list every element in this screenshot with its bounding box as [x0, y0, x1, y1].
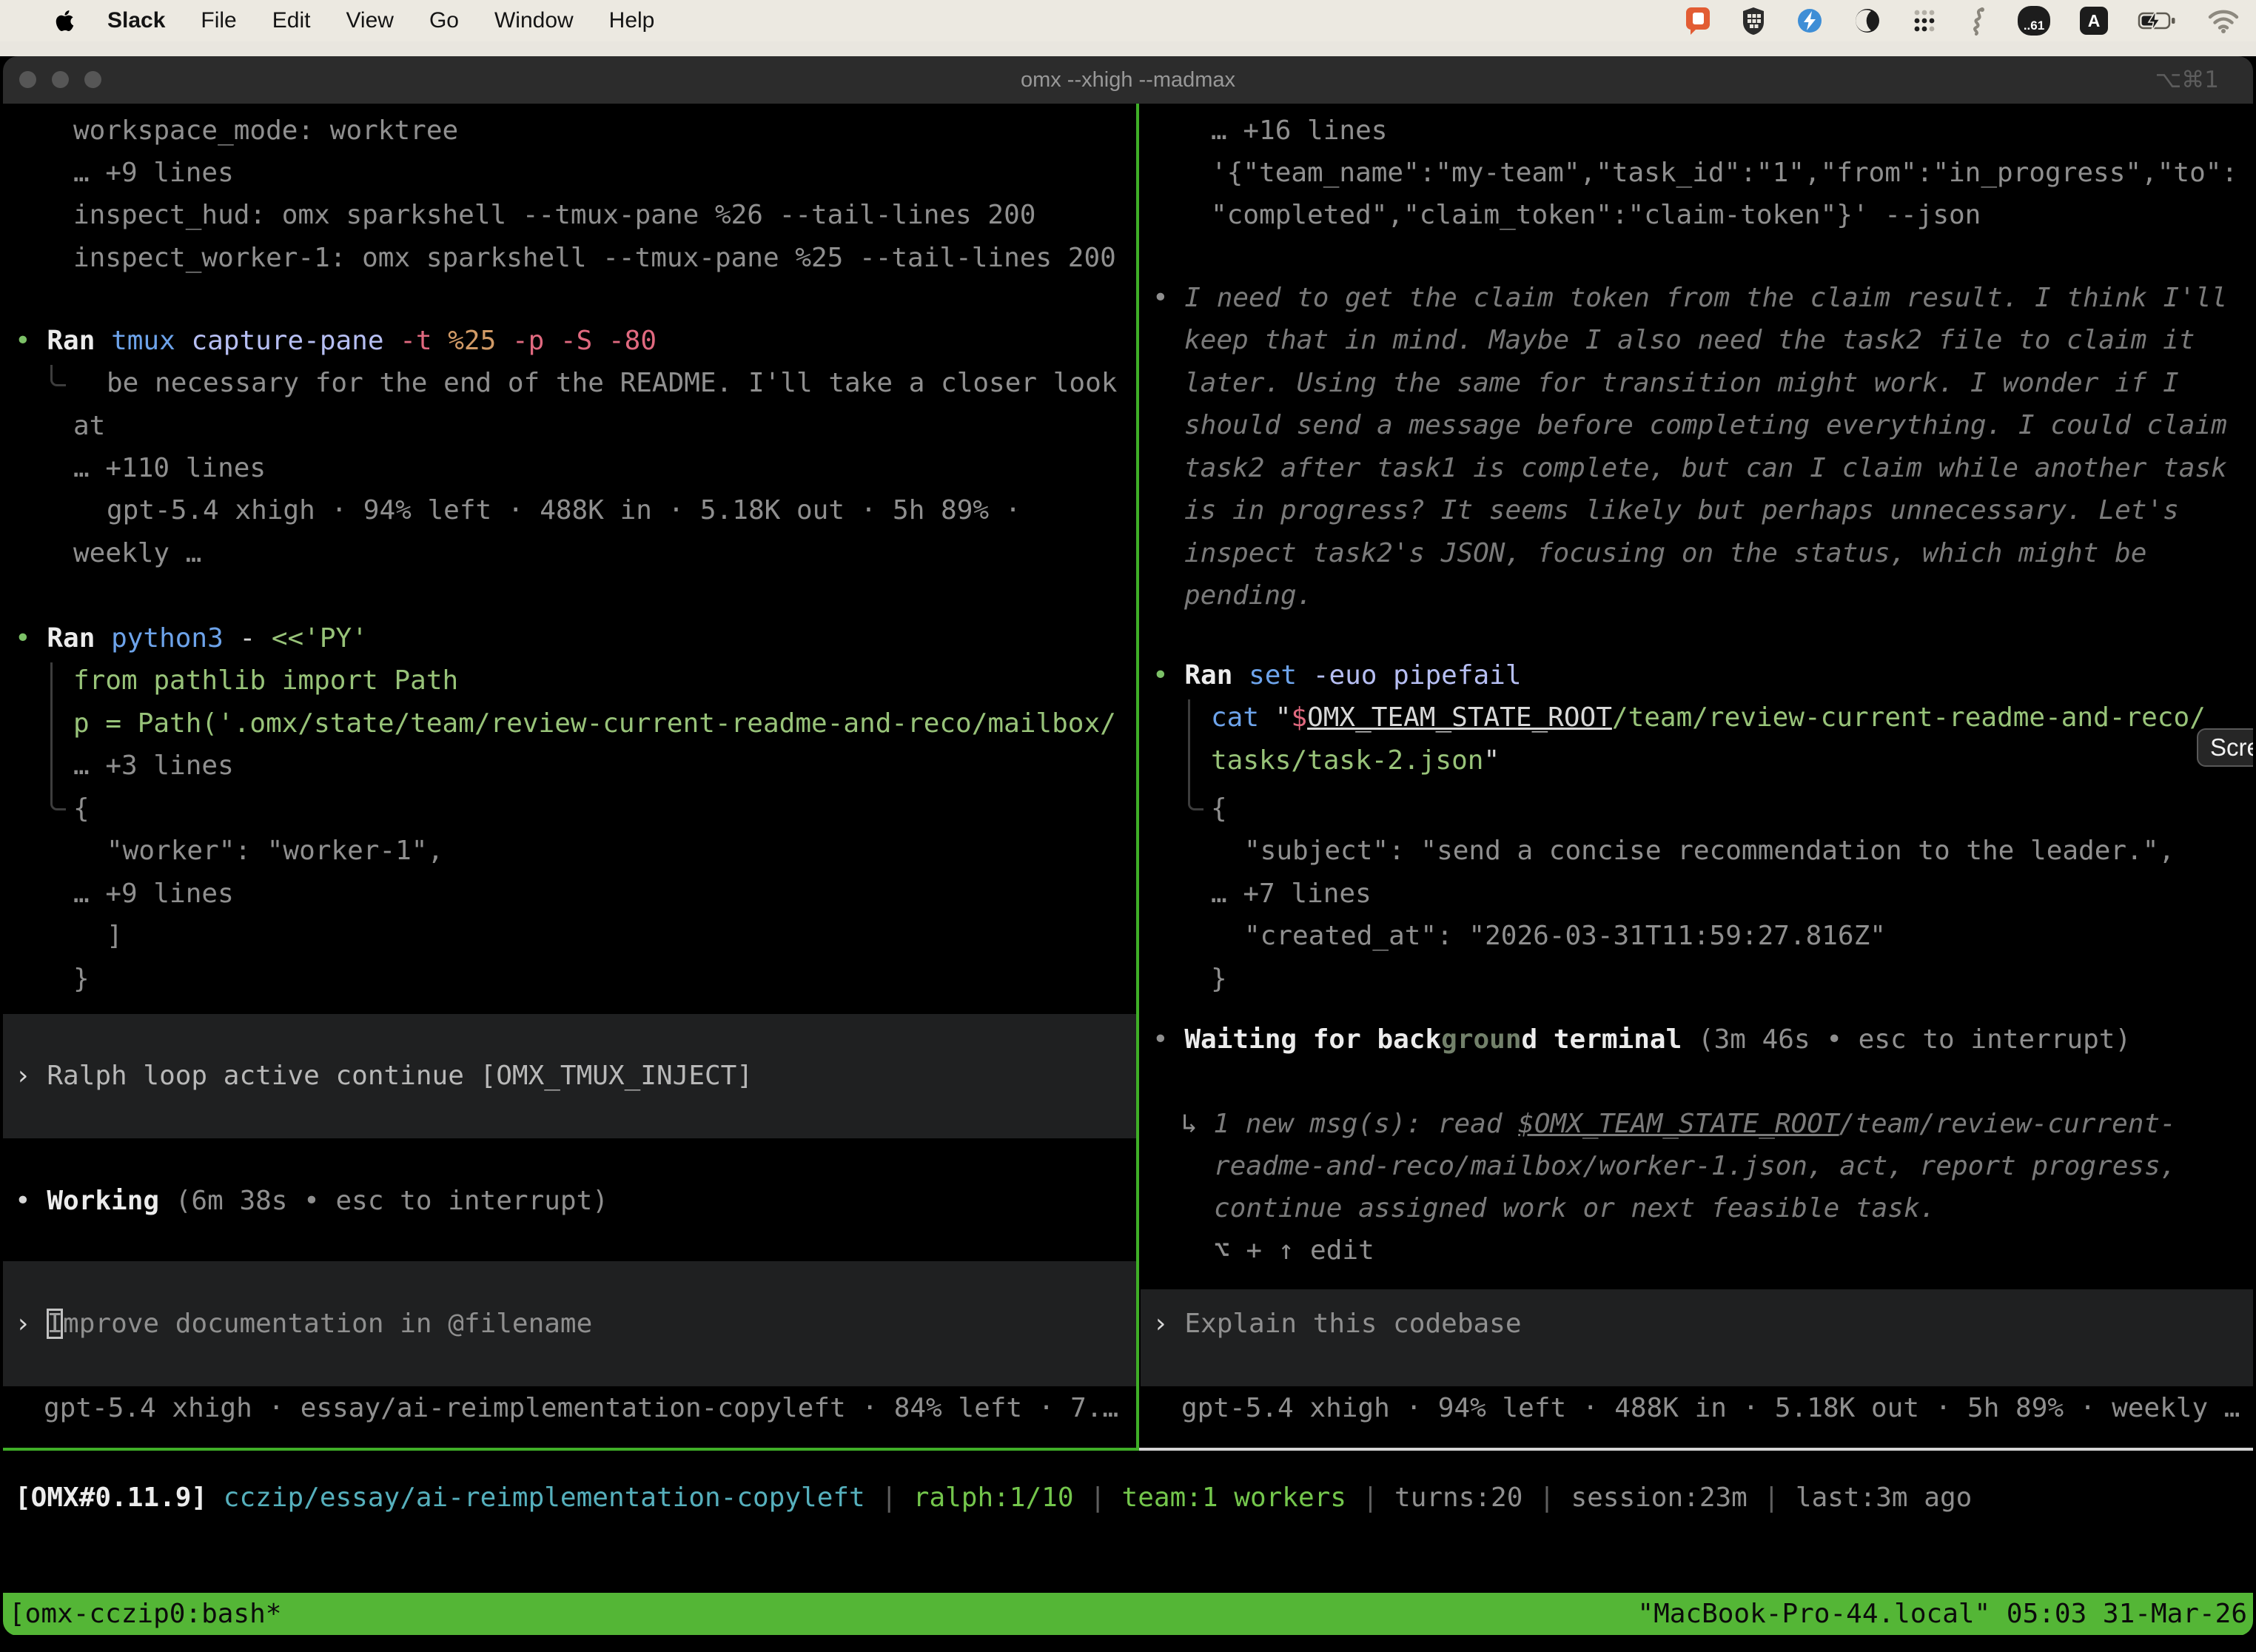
terminal-line: inspect task2's JSON, focusing on the st…: [1184, 532, 2146, 574]
pane-bottom-border-right: [1139, 1448, 2253, 1451]
tmux-host-clock-label: "MacBook-Pro-44.local" 05:03 31-Mar-26: [1637, 1599, 2247, 1629]
terminal-line: ↳ 1 new msg(s): read $OMX_TEAM_STATE_ROO…: [1181, 1103, 2176, 1145]
connector-line: [1188, 699, 1203, 810]
terminal-line: is in progress? It seems likely but perh…: [1184, 489, 2179, 531]
menu-item-help[interactable]: Help: [609, 8, 655, 33]
terminal-line: … +3 lines: [73, 745, 234, 787]
terminal-window: omx --xhigh --madmax ⌥⌘1 workspace_mode:…: [3, 56, 2253, 1636]
prompt-placeholder-line: › Improve documentation in @filename: [15, 1303, 592, 1345]
terminal-line: … +16 lines: [1211, 110, 1387, 152]
terminal-line: • I need to get the claim token from the…: [1152, 277, 2227, 319]
pane-bottom-border-left: [3, 1448, 1139, 1451]
menu-bar: Slack File Edit View Go Window Help ..61…: [0, 0, 2256, 41]
terminal-line: at: [73, 405, 105, 447]
terminal-pane-left[interactable]: workspace_mode: worktree… +9 linesinspec…: [3, 104, 1136, 1448]
ralph-notice-line: › Ralph loop active continue [OMX_TMUX_I…: [15, 1055, 753, 1097]
terminal-line: cat "$OMX_TEAM_STATE_ROOT/team/review-cu…: [1211, 696, 2206, 739]
menu-item-edit[interactable]: Edit: [272, 8, 311, 33]
connector-line: [50, 365, 66, 386]
terminal-line: }: [73, 958, 90, 1000]
working-status-line: • Working (6m 38s • esc to interrupt): [15, 1180, 608, 1222]
terminal-line: later. Using the same for transition mig…: [1184, 362, 2179, 404]
terminal-line: "subject": "send a concise recommendatio…: [1244, 830, 2175, 872]
pane-divider[interactable]: [1136, 104, 1139, 1451]
terminal-line: • Ran python3 - <<'PY': [15, 617, 368, 659]
tmux-status-bar: [omx-cczip0:bash* "MacBook-Pro-44.local"…: [3, 1593, 2253, 1635]
terminal-line: … +9 lines: [73, 873, 234, 915]
menu-item-window[interactable]: Window: [494, 8, 574, 33]
waiting-status-line: • Waiting for background terminal (3m 46…: [1152, 1018, 2131, 1061]
window-title-bar[interactable]: omx --xhigh --madmax ⌥⌘1: [3, 56, 2253, 104]
terminal-line: tasks/task-2.json": [1211, 739, 1500, 782]
terminal-line: pending.: [1184, 574, 1312, 617]
terminal-line: continue assigned work or next feasible …: [1214, 1187, 1936, 1229]
window-title: omx --xhigh --madmax: [3, 56, 2253, 104]
terminal-line: {: [73, 788, 90, 830]
model-status-line: gpt-5.4 xhigh · 94% left · 488K in · 5.1…: [1181, 1387, 2240, 1429]
shield-grid-icon[interactable]: [1741, 6, 1766, 36]
terminal-line: task2 after task1 is complete, but can I…: [1184, 447, 2227, 489]
edit-hint-line: ⌥ + ↑ edit: [1214, 1229, 1374, 1272]
connector-line: [50, 662, 66, 810]
terminal-line: • Ran set -euo pipefail: [1152, 654, 1522, 696]
terminal-line: "worker": "worker-1",: [107, 830, 443, 872]
wifi-icon[interactable]: [2207, 7, 2240, 34]
menu-item-slack[interactable]: Slack: [107, 8, 165, 33]
terminal-line: … +9 lines: [73, 152, 234, 194]
chat-app-icon[interactable]: [1685, 6, 1711, 36]
terminal-line: ]: [107, 915, 123, 957]
menu-item-go[interactable]: Go: [429, 8, 459, 33]
terminal-line: {: [1211, 788, 1227, 830]
terminal-line: … +110 lines: [73, 447, 266, 489]
window-shortcut-hint: ⌥⌘1: [2155, 56, 2219, 104]
terminal-line: gpt-5.4 xhigh · 94% left · 488K in · 5.1…: [107, 489, 1021, 531]
input-source-a-icon[interactable]: A: [2080, 7, 2108, 35]
terminal-line: keep that in mind. Maybe I also need the…: [1184, 319, 2195, 361]
screen-tooltip: Scre: [2197, 728, 2253, 767]
terminal-line: "created_at": "2026-03-31T11:59:27.816Z": [1244, 915, 1886, 957]
terminal-line: readme-and-reco/mailbox/worker-1.json, a…: [1214, 1145, 2176, 1187]
terminal-line: inspect_hud: omx sparkshell --tmux-pane …: [73, 194, 1035, 236]
prompt-placeholder-line: › Explain this codebase: [1152, 1303, 1522, 1345]
battery-charging-icon[interactable]: [2138, 6, 2178, 36]
omx-status-bar: [OMX#0.11.9] cczip/essay/ai-reimplementa…: [3, 1477, 2253, 1520]
terminal-line: }: [1211, 958, 1227, 1000]
terminal-line: … +7 lines: [1211, 873, 1372, 915]
terminal-line: '{"team_name":"my-team","task_id":"1","f…: [1211, 152, 2237, 194]
terminal-line: "completed","claim_token":"claim-token"}…: [1211, 194, 1981, 236]
terminal-line: weekly …: [73, 532, 201, 574]
omx-status-line: [OMX#0.11.9] cczip/essay/ai-reimplementa…: [15, 1477, 1972, 1519]
terminal-line: from pathlib import Path: [73, 659, 458, 702]
menu-item-file[interactable]: File: [201, 8, 236, 33]
terminal-line: workspace_mode: worktree: [73, 110, 458, 152]
dots-grid-icon[interactable]: [1911, 7, 1938, 35]
terminal-line: be necessary for the end of the README. …: [107, 362, 1117, 404]
bolt-badge-icon[interactable]: [1796, 6, 1824, 36]
tmux-session-label: [omx-cczip0:bash*: [9, 1599, 281, 1629]
terminal-line: inspect_worker-1: omx sparkshell --tmux-…: [73, 237, 1116, 279]
model-status-line: gpt-5.4 xhigh · essay/ai-reimplementatio…: [44, 1387, 1118, 1429]
terminal-line: should send a message before completing …: [1184, 404, 2227, 446]
terminal-line: • Ran tmux capture-pane -t %25 -p -S -80: [15, 320, 657, 362]
terminal-line: p = Path('.omx/state/team/review-current…: [73, 702, 1116, 745]
dark-crescent-icon[interactable]: [1853, 6, 1881, 36]
dragon-icon[interactable]: [1967, 6, 1988, 36]
count-badge-icon[interactable]: ..61: [2018, 6, 2050, 36]
menu-item-view[interactable]: View: [346, 8, 393, 33]
terminal-pane-right[interactable]: … +16 lines'{"team_name":"my-team","task…: [1141, 104, 2253, 1448]
apple-menu-icon[interactable]: [55, 9, 75, 33]
terminal-content: workspace_mode: worktree… +9 linesinspec…: [3, 104, 2253, 1636]
